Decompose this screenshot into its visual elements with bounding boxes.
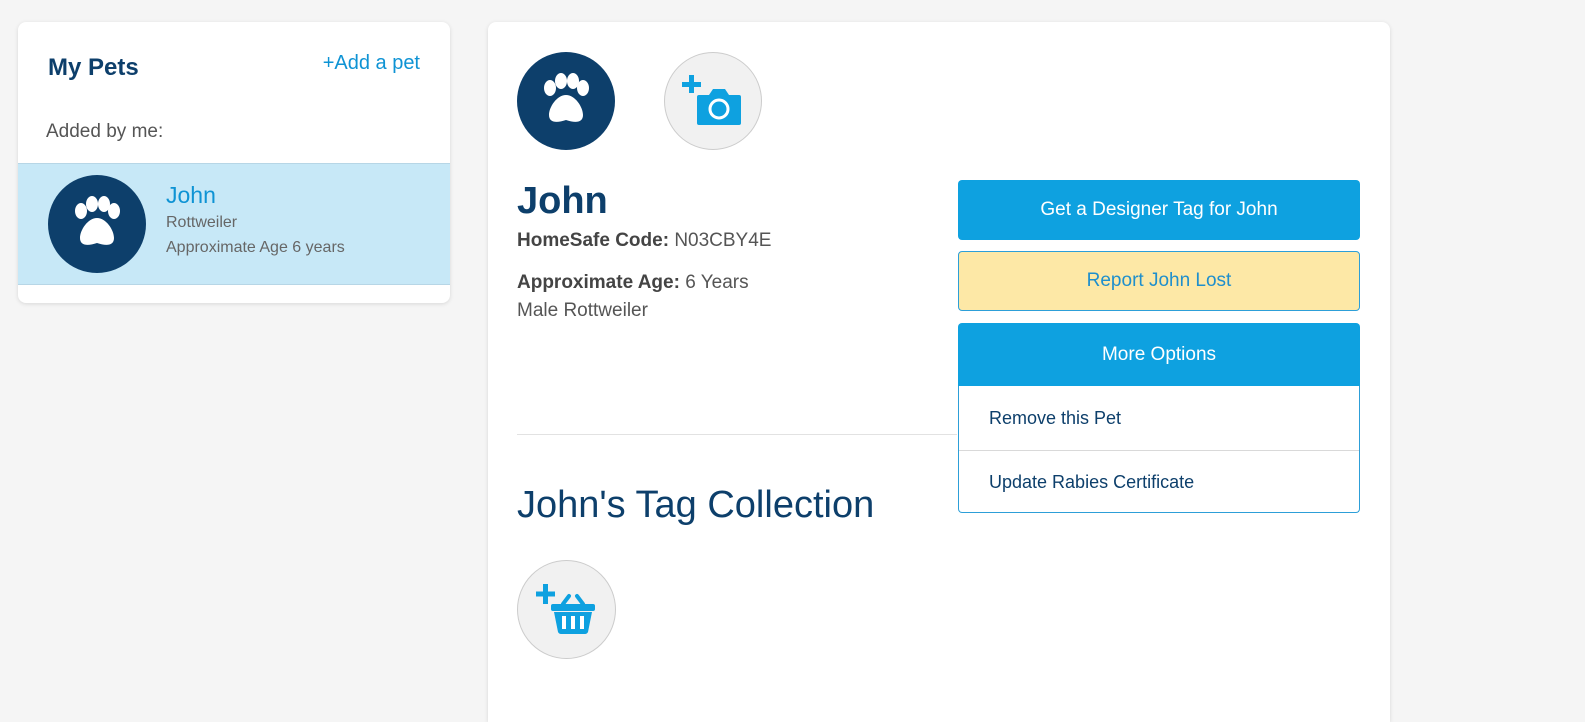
homesafe-code-value: N03CBY4E xyxy=(674,230,772,251)
pet-age-label: Approximate Age: xyxy=(517,272,680,293)
homesafe-code-label: HomeSafe Code: xyxy=(517,230,670,251)
section-divider xyxy=(517,434,957,435)
pet-list-age: Approximate Age 6 years xyxy=(166,239,345,256)
pet-list-breed: Rottweiler xyxy=(166,214,238,231)
more-options-button[interactable]: More Options xyxy=(958,323,1360,386)
designer-tag-button[interactable]: Get a Designer Tag for John xyxy=(958,180,1360,240)
add-pet-link[interactable]: +Add a pet xyxy=(323,52,420,75)
pet-name-heading: John xyxy=(517,180,608,222)
remove-pet-menu-item[interactable]: Remove this Pet xyxy=(959,386,1359,450)
section-label: Added by me: xyxy=(46,121,164,142)
update-rabies-menu-item[interactable]: Update Rabies Certificate xyxy=(959,450,1359,514)
report-lost-button[interactable]: Report John Lost xyxy=(958,251,1360,311)
pet-list-name: John xyxy=(166,182,216,208)
add-tag-button[interactable] xyxy=(517,560,616,659)
add-basket-icon xyxy=(535,583,595,634)
pet-list-item[interactable]: John Rottweiler Approximate Age 6 years xyxy=(18,163,450,285)
add-photo-icon xyxy=(682,75,741,125)
pet-detail-panel: John HomeSafe Code: N03CBY4E Approximate… xyxy=(488,22,1390,722)
pet-age-value: 6 Years xyxy=(685,272,749,293)
tag-collection-heading: John's Tag Collection xyxy=(517,484,875,526)
more-options-menu: Remove this Pet Update Rabies Certificat… xyxy=(958,386,1360,513)
pet-description: Male Rottweiler xyxy=(517,300,648,321)
sidebar-title: My Pets xyxy=(48,54,139,81)
add-photo-button[interactable] xyxy=(664,52,762,150)
pet-age: Approximate Age: 6 Years xyxy=(517,272,749,294)
paw-icon xyxy=(48,175,146,273)
homesafe-code: HomeSafe Code: N03CBY4E xyxy=(517,230,771,252)
my-pets-panel: My Pets +Add a pet Added by me: John Rot… xyxy=(18,22,450,303)
paw-icon xyxy=(517,52,615,150)
